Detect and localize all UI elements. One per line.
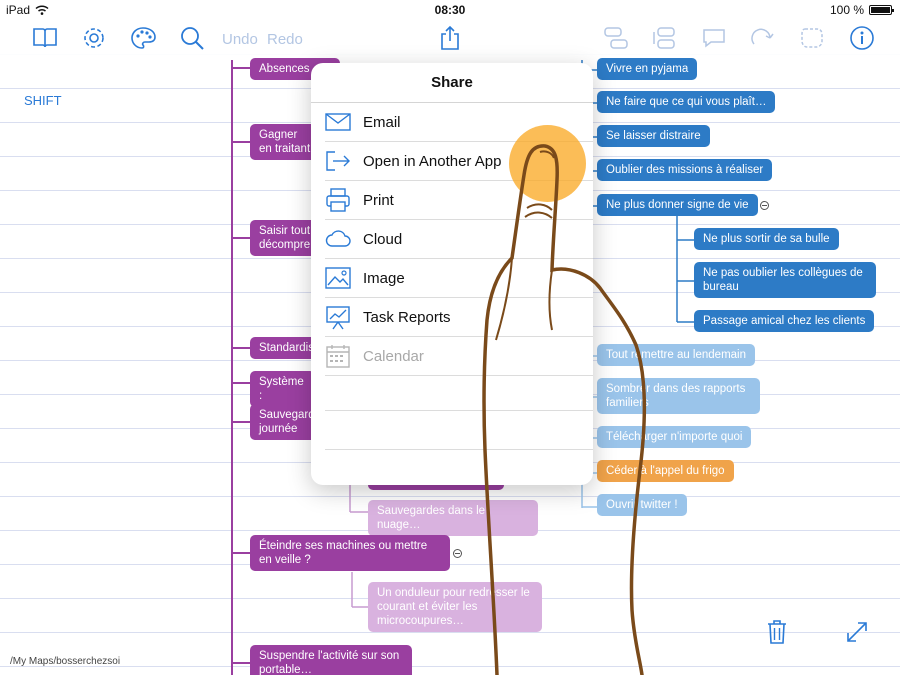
trash-icon[interactable] (763, 618, 791, 646)
expand-icon[interactable] (843, 618, 871, 646)
file-path: /My Maps/bosserchezsoi (10, 656, 121, 667)
pointing-hand-icon (482, 144, 647, 675)
